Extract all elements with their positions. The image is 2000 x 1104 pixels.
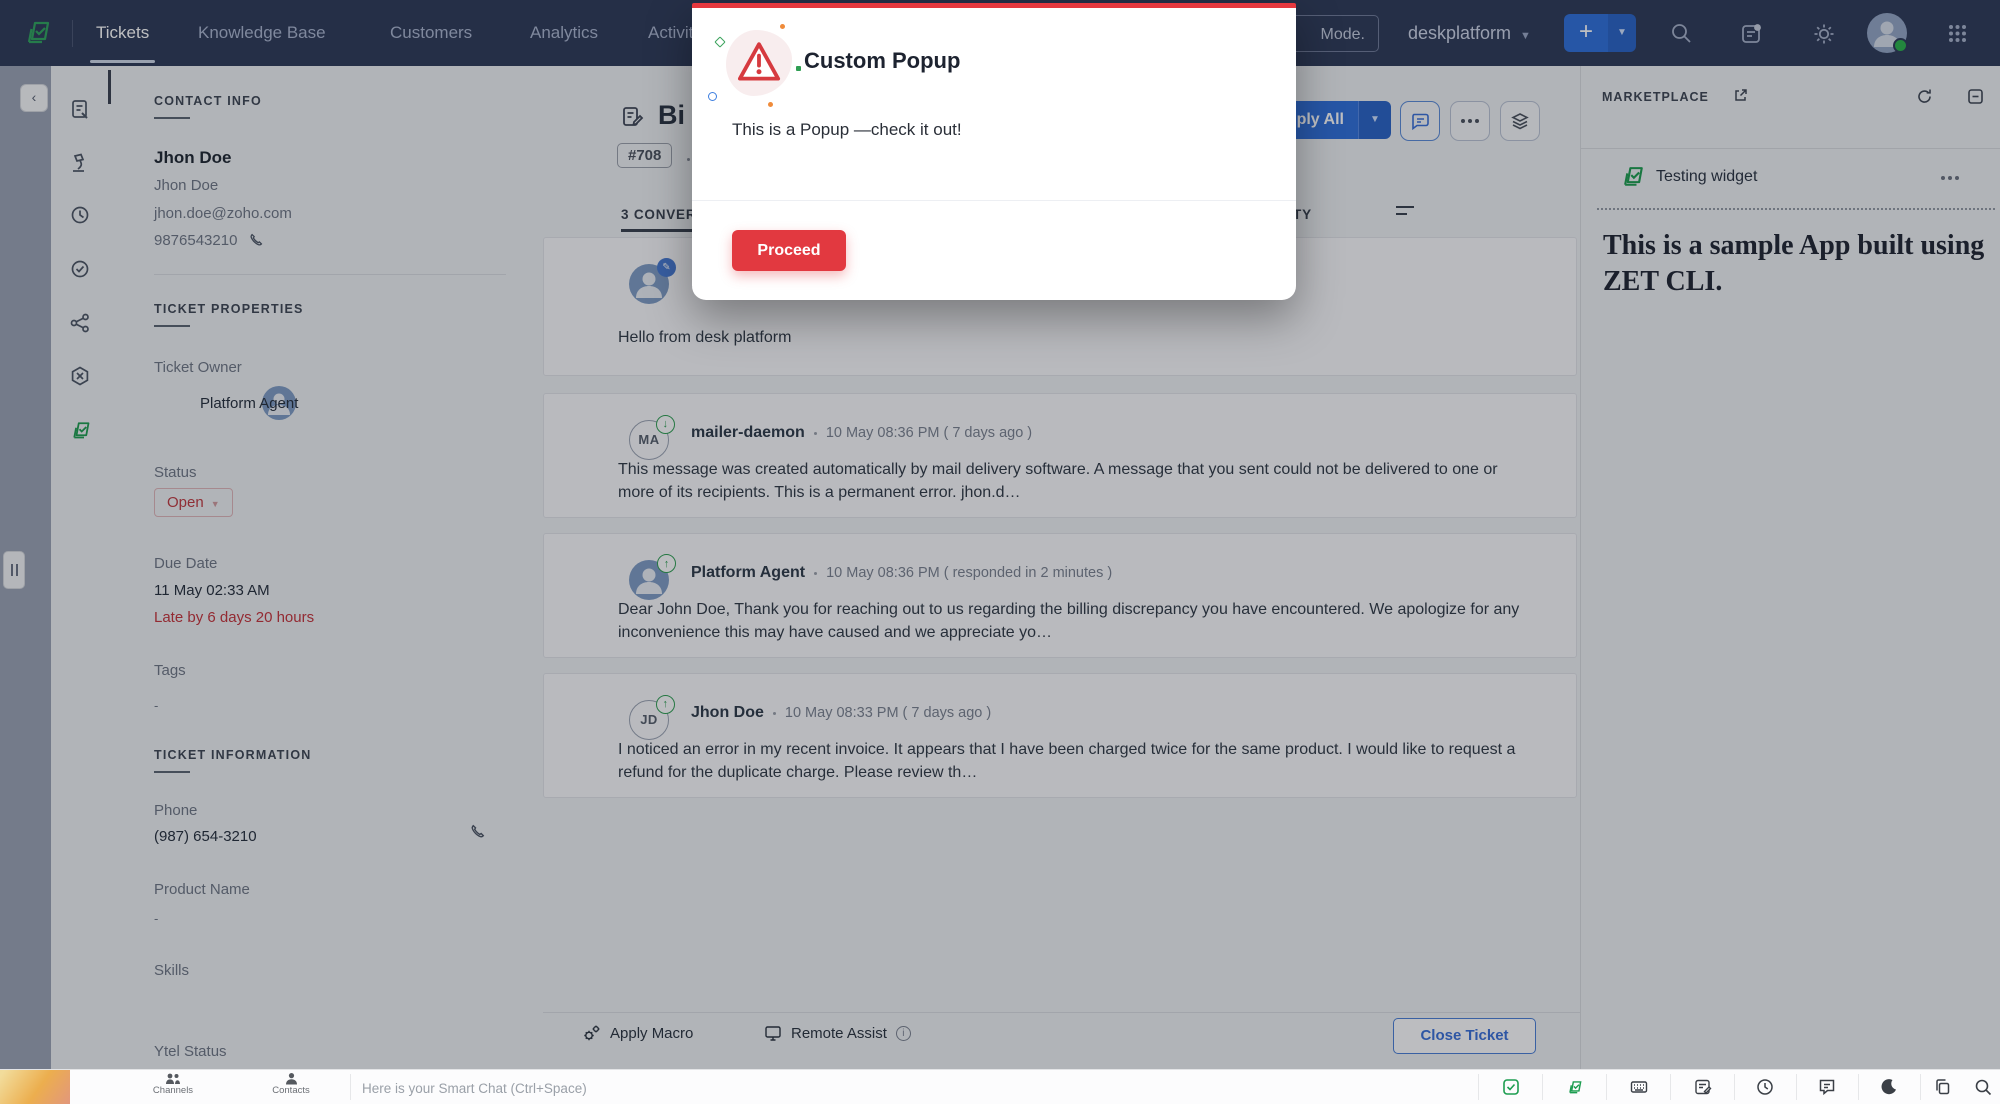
taskbar-divider [1796,1074,1797,1100]
decor-dot-orange [780,24,785,29]
custom-popup-dialog: Custom Popup This is a Popup —check it o… [692,3,1296,300]
contacts-label: Contacts [256,1085,326,1096]
popup-title: Custom Popup [804,48,960,74]
taskbar-divider [1920,1074,1921,1100]
dark-mode-moon-icon[interactable] [1880,1078,1898,1096]
feedback-monitor-icon[interactable] [1818,1078,1836,1096]
compose-note-icon[interactable] [1694,1078,1712,1096]
search-icon[interactable] [1974,1078,1992,1096]
taskbar-divider [1478,1074,1479,1100]
smart-chat-input[interactable] [360,1070,1264,1104]
clock-icon[interactable] [1756,1078,1774,1096]
taskbar-divider [1734,1074,1735,1100]
popup-message: This is a Popup —check it out! [732,120,962,140]
copy-icon[interactable] [1934,1078,1952,1096]
channels-label: Channels [138,1085,208,1096]
taskbar-divider [1542,1074,1543,1100]
taskbar-divider [1606,1074,1607,1100]
desk-widget-icon[interactable] [1566,1078,1584,1096]
taskbar-divider [350,1074,351,1100]
channels-tab[interactable]: Channels [138,1072,208,1096]
zoho-desk-app: Tickets Knowledge Base Customers Analyti… [0,0,2000,1104]
taskbar-divider [1858,1074,1859,1100]
decor-dot-orange2 [768,102,773,107]
zia-gradient-button[interactable] [0,1070,70,1104]
proceed-button[interactable]: Proceed [732,230,846,271]
taskbar-divider [1670,1074,1671,1100]
popup-divider [692,200,1296,201]
keyboard-icon[interactable] [1630,1078,1648,1096]
contacts-tab[interactable]: Contacts [256,1072,326,1096]
bottom-taskbar: Channels Contacts [0,1069,2000,1104]
warning-triangle-icon [736,40,782,84]
decor-dot-blue [708,92,717,101]
desk-check-icon[interactable] [1502,1078,1520,1096]
decor-dot-green-sq [796,66,801,71]
decor-dot-green [714,36,725,47]
